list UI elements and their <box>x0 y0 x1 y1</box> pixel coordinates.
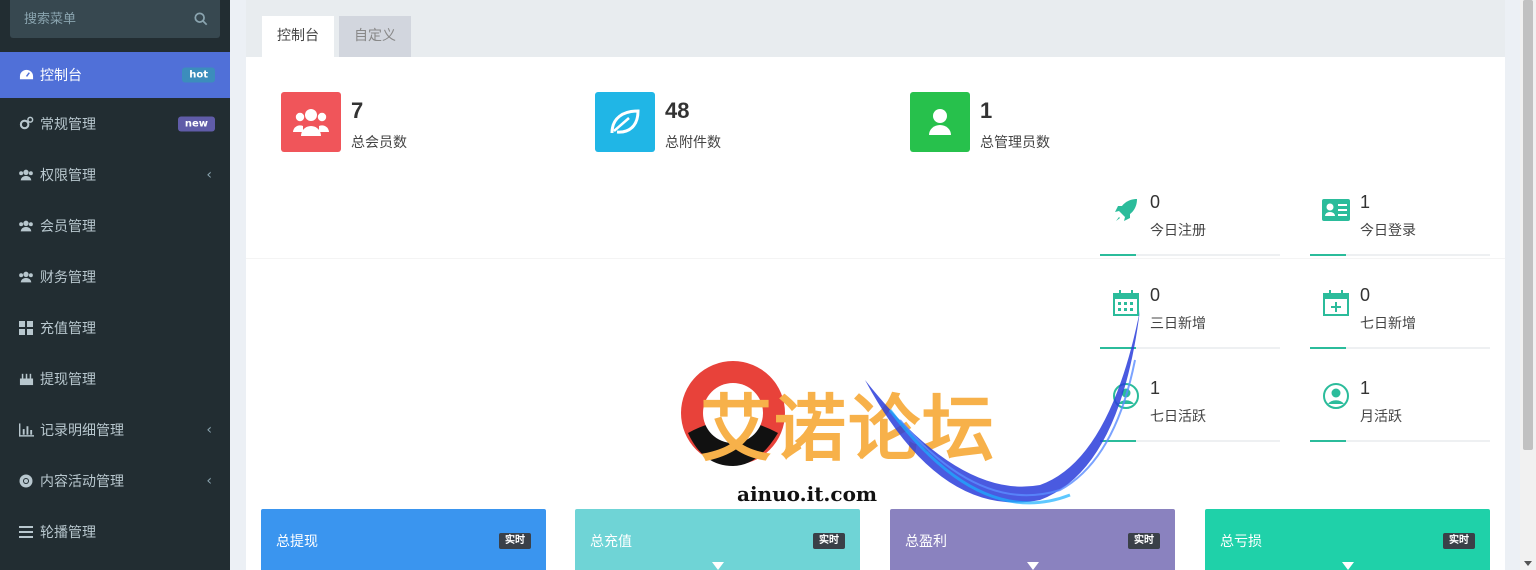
watermark-url: ainuo.it.com <box>737 482 878 506</box>
search-icon[interactable] <box>194 12 208 26</box>
caret-down-icon <box>1026 562 1039 570</box>
accent-bar <box>1310 254 1346 256</box>
sidebar-item-records[interactable]: 记录明细管理 ‹ <box>0 404 230 455</box>
sidebar-item-label: 充值管理 <box>40 320 96 337</box>
sidebar-item-content[interactable]: 内容活动管理 ‹ <box>0 455 230 506</box>
mini-stat-label: 七日新增 <box>1360 316 1416 332</box>
realtime-badge: 实时 <box>813 533 845 549</box>
card-title: 总亏损 <box>1220 534 1262 550</box>
chevron-left-icon: ‹ <box>206 421 212 438</box>
mini-stat-label: 今日登录 <box>1360 223 1416 239</box>
mini-stat-today-login: 1 今日登录 <box>1310 192 1490 256</box>
mini-stat-value: 1 <box>1360 192 1371 212</box>
mini-stat-label: 三日新增 <box>1150 316 1206 332</box>
stat-label: 总附件数 <box>665 135 721 151</box>
sidebar-item-recharge[interactable]: 充值管理 <box>0 302 230 353</box>
sidebar-item-label: 会员管理 <box>40 218 96 235</box>
chevron-left-icon: ‹ <box>206 472 212 489</box>
sidebar-item-label: 权限管理 <box>40 167 96 184</box>
sidebar-item-finance[interactable]: 财务管理 <box>0 251 230 302</box>
mini-stat-seven-day-new: 0 七日新增 <box>1310 285 1490 349</box>
sidebar-item-label: 内容活动管理 <box>40 473 124 490</box>
bar-chart-icon <box>18 422 34 438</box>
birthday-cake-icon <box>18 371 34 387</box>
realtime-badge: 实时 <box>1443 533 1475 549</box>
accent-bar <box>1100 254 1136 256</box>
rocket-icon <box>1112 196 1140 224</box>
sidebar-item-withdraw[interactable]: 提现管理 <box>0 353 230 404</box>
users-icon <box>18 167 34 183</box>
mini-stat-value: 1 <box>1150 378 1161 398</box>
mini-stat-value: 0 <box>1150 192 1161 212</box>
stat-value: 1 <box>980 98 993 123</box>
mini-stat-value: 0 <box>1150 285 1161 305</box>
th-large-icon <box>18 320 34 336</box>
card-title: 总盈利 <box>905 534 947 550</box>
realtime-badge: 实时 <box>1128 533 1160 549</box>
scrollbar-thumb[interactable] <box>1523 0 1533 450</box>
users-icon <box>18 218 34 234</box>
accent-bar <box>1310 440 1346 442</box>
mini-stat-label: 今日注册 <box>1150 223 1206 239</box>
sidebar-item-label: 财务管理 <box>40 269 96 286</box>
stat-label: 总管理员数 <box>980 135 1050 151</box>
sidebar: 控制台 hot 常规管理 new 权限管理 ‹ 会员管理 财务管理 充值管理 提… <box>0 0 230 570</box>
cogs-icon <box>18 116 34 132</box>
watermark-swoosh-icon <box>865 310 1140 505</box>
mini-stat-value: 1 <box>1360 378 1371 398</box>
vcard-icon <box>1322 196 1350 224</box>
sidebar-search <box>10 0 220 38</box>
accent-bar <box>1310 347 1346 349</box>
users-icon <box>18 269 34 285</box>
stat-label: 总会员数 <box>351 135 407 151</box>
card-total-recharge: 总充值 实时 <box>575 509 860 570</box>
new-badge: new <box>177 116 215 131</box>
card-title: 总充值 <box>590 534 632 550</box>
user-circle-icon <box>1322 382 1350 410</box>
card-title: 总提现 <box>276 534 318 550</box>
users-icon <box>281 92 341 152</box>
tab-bar: 控制台 自定义 <box>246 0 1505 57</box>
sidebar-item-label: 记录明细管理 <box>40 422 124 439</box>
scroll-down-icon[interactable] <box>1524 561 1532 566</box>
caret-down-icon <box>1341 562 1354 570</box>
search-input[interactable] <box>10 0 185 38</box>
mini-stat-label: 七日活跃 <box>1150 409 1206 425</box>
bars-icon <box>18 524 34 540</box>
sidebar-item-members[interactable]: 会员管理 <box>0 200 230 251</box>
realtime-badge: 实时 <box>499 533 531 549</box>
user-icon <box>910 92 970 152</box>
leaf-icon <box>595 92 655 152</box>
sidebar-item-banner[interactable]: 轮播管理 <box>0 506 230 557</box>
tab-custom[interactable]: 自定义 <box>339 16 411 57</box>
mini-stat-label: 月活跃 <box>1360 409 1402 425</box>
sidebar-item-label: 轮播管理 <box>40 524 96 541</box>
sidebar-item-dashboard[interactable]: 控制台 hot <box>0 52 230 98</box>
sidebar-item-label: 提现管理 <box>40 371 96 388</box>
hot-badge: hot <box>182 67 215 83</box>
card-total-loss: 总亏损 实时 <box>1205 509 1490 570</box>
page-scrollbar[interactable] <box>1520 0 1536 570</box>
chevron-left-icon: ‹ <box>206 166 212 183</box>
mini-stat-monthly-active: 1 月活跃 <box>1310 378 1490 442</box>
chrome-icon <box>18 473 34 489</box>
mini-stat-today-register: 0 今日注册 <box>1100 192 1280 256</box>
caret-down-icon <box>711 562 724 570</box>
sidebar-menu: 控制台 hot 常规管理 new 权限管理 ‹ 会员管理 财务管理 充值管理 提… <box>0 52 230 557</box>
stat-value: 48 <box>665 98 690 123</box>
card-total-withdraw: 总提现 实时 <box>261 509 546 570</box>
mini-stat-value: 0 <box>1360 285 1371 305</box>
divider <box>246 258 1505 259</box>
calendar-plus-icon <box>1322 289 1350 317</box>
stat-value: 7 <box>351 98 364 123</box>
tab-dashboard[interactable]: 控制台 <box>262 16 334 57</box>
dashboard-icon <box>18 67 34 83</box>
sidebar-item-general[interactable]: 常规管理 new <box>0 98 230 149</box>
sidebar-item-permissions[interactable]: 权限管理 ‹ <box>0 149 230 200</box>
